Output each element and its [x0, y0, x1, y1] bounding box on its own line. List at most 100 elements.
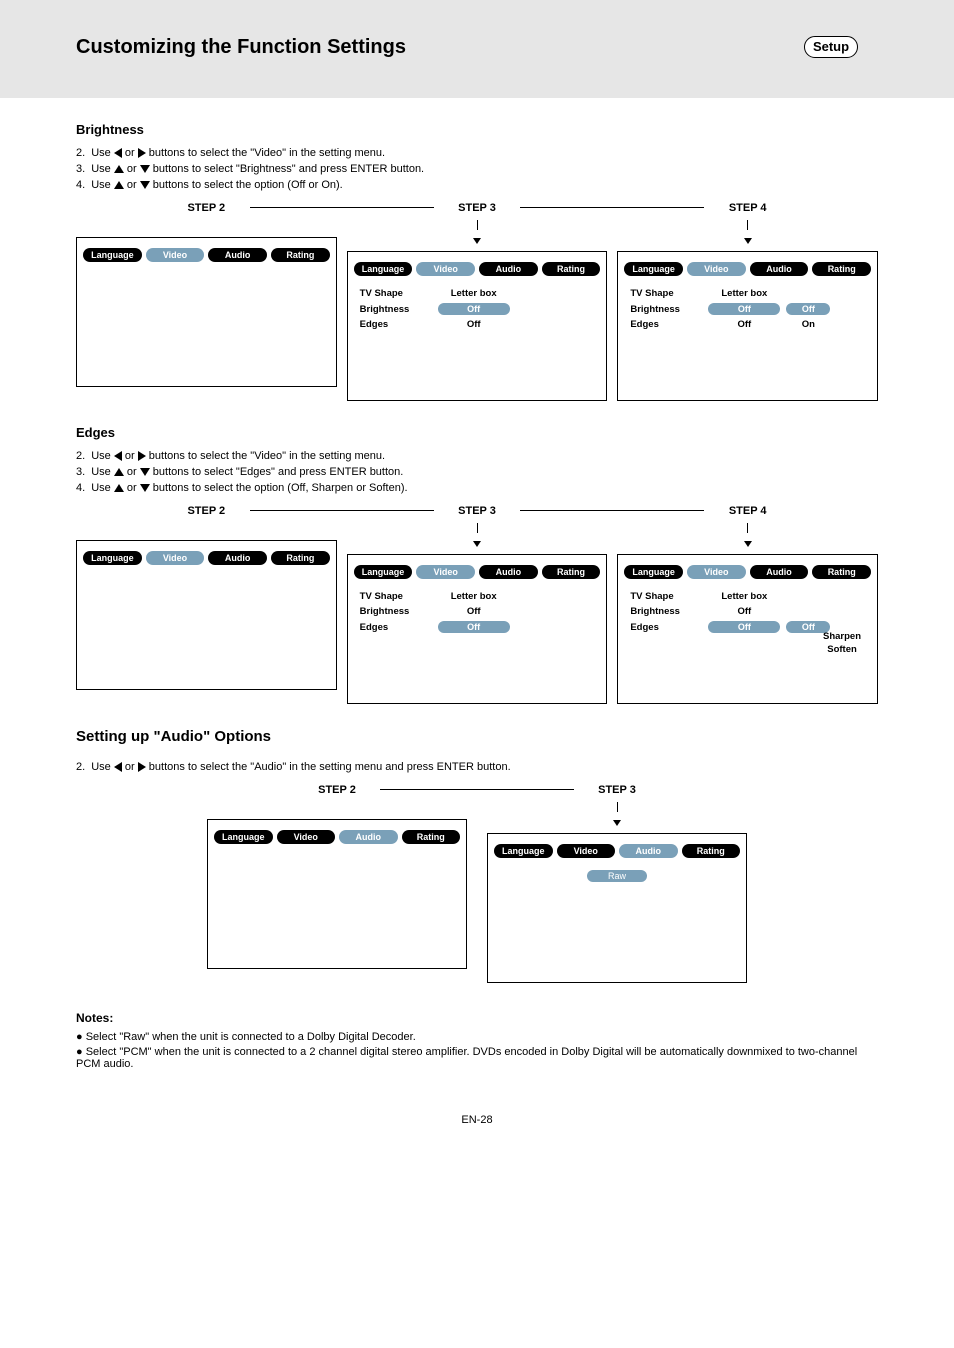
opt-pill: Off	[786, 303, 830, 315]
tab-language: Language	[354, 262, 413, 276]
step-2: STEP 2 Language Video Audio Rating	[76, 504, 337, 690]
tab-video: Video	[416, 262, 475, 276]
row-label: Edges	[630, 622, 702, 633]
down-arrow-icon	[473, 238, 481, 244]
down-arrow-icon	[473, 541, 481, 547]
row-label: TV Shape	[360, 288, 432, 299]
tab-rating: Rating	[812, 565, 871, 579]
osd-panel: Language Video Audio Rating Raw	[487, 833, 747, 983]
tab-video: Video	[687, 262, 746, 276]
txt: buttons to select the "Video" in the set…	[146, 450, 385, 462]
brightness-steps: STEP 2 Language Video Audio Rating STEP …	[76, 201, 878, 401]
osd-panel: Language Video Audio Rating TV ShapeLett…	[347, 251, 608, 401]
edges-steps: STEP 2 Language Video Audio Rating STEP …	[76, 504, 878, 704]
down-arrow-icon	[744, 238, 752, 244]
row-value: Off	[708, 606, 780, 617]
page-footer: EN-28	[0, 1114, 954, 1146]
tab-audio: Audio	[339, 830, 398, 844]
row-value: Letter box	[438, 288, 510, 299]
step-3: STEP 3 Language Video Audio Rating Raw	[487, 783, 747, 983]
row-value: Off	[708, 319, 780, 330]
tab-rating: Rating	[812, 262, 871, 276]
txt: Use	[91, 163, 114, 175]
arrow-down-icon	[140, 468, 150, 476]
brightness-title: Brightness	[76, 122, 878, 137]
audio-title: Setting up "Audio" Options	[76, 728, 878, 745]
row-label: Brightness	[360, 606, 432, 617]
row-label: Brightness	[630, 304, 702, 315]
txt: or	[122, 147, 138, 159]
edges-title: Edges	[76, 425, 878, 440]
osd-panel: Language Video Audio Rating	[76, 237, 337, 387]
tab-rating: Rating	[271, 551, 330, 565]
arrow-down-icon	[140, 484, 150, 492]
row-label: TV Shape	[630, 288, 702, 299]
tab-rating: Rating	[402, 830, 461, 844]
tab-audio: Audio	[208, 551, 267, 565]
edges-bullets: 2.Use or buttons to select the "Video" i…	[76, 450, 878, 494]
row-label: Edges	[360, 622, 432, 633]
tab-language: Language	[624, 565, 683, 579]
txt: Use	[91, 761, 114, 773]
step-label: STEP 2	[163, 505, 250, 517]
step-label: STEP 3	[434, 202, 521, 214]
txt: buttons to select the "Video" in the set…	[146, 147, 385, 159]
tab-language: Language	[214, 830, 273, 844]
step-3: STEP 3 Language Video Audio Rating TV Sh…	[347, 504, 608, 704]
step-label: STEP 3	[574, 784, 661, 796]
step-2: STEP 2 Language Video Audio Rating	[207, 783, 467, 983]
osd-panel: Language Video Audio Rating TV ShapeLett…	[347, 554, 608, 704]
txt: or	[124, 163, 140, 175]
txt: Use	[91, 482, 114, 494]
row-value: Off	[438, 319, 510, 330]
tab-audio: Audio	[750, 262, 809, 276]
txt: buttons to select "Brightness" and press…	[150, 163, 424, 175]
audio-bullets: 2.Use or buttons to select the "Audio" i…	[76, 761, 878, 773]
header-band: Customizing the Function Settings Setup	[0, 0, 954, 98]
row-value-pill: Off	[438, 621, 510, 633]
row-value-pill: Off	[708, 303, 780, 315]
txt: or	[124, 482, 140, 494]
brightness-bullets: 2.Use or buttons to select the "Video" i…	[76, 147, 878, 191]
tab-audio: Audio	[619, 844, 678, 858]
row-value: Off	[438, 606, 510, 617]
arrow-left-icon	[114, 451, 122, 461]
row-label: Edges	[360, 319, 432, 330]
row-value-pill: Off	[708, 621, 780, 633]
side-options: Sharpen Soften	[817, 631, 867, 657]
notes: Notes: Select "Raw" when the unit is con…	[76, 1011, 878, 1070]
osd-panel: Language Video Audio Rating	[207, 819, 467, 969]
tab-language: Language	[354, 565, 413, 579]
opt-value: Sharpen	[817, 631, 867, 642]
row-value: Letter box	[438, 591, 510, 602]
arrow-down-icon	[140, 181, 150, 189]
arrow-left-icon	[114, 148, 122, 158]
tab-language: Language	[494, 844, 553, 858]
tab-language: Language	[83, 248, 142, 262]
row-label: Brightness	[630, 606, 702, 617]
tab-rating: Rating	[682, 844, 741, 858]
step-label: STEP 4	[704, 202, 791, 214]
section-audio: Setting up "Audio" Options 2.Use or butt…	[0, 728, 954, 1070]
step-2: STEP 2 Language Video Audio Rating	[76, 201, 337, 387]
page-title: Customizing the Function Settings	[76, 36, 406, 59]
osd-panel: Language Video Audio Rating	[76, 540, 337, 690]
step-3: STEP 3 Language Video Audio Rating TV Sh…	[347, 201, 608, 401]
txt: or	[124, 179, 140, 191]
note-item: Select "PCM" when the unit is connected …	[76, 1046, 878, 1070]
arrow-right-icon	[138, 762, 146, 772]
txt: buttons to select the option (Off, Sharp…	[150, 482, 408, 494]
down-arrow-icon	[613, 820, 621, 826]
row-label: Edges	[630, 319, 702, 330]
row-value: Letter box	[708, 288, 780, 299]
tab-rating: Rating	[542, 565, 601, 579]
step-label: STEP 3	[434, 505, 521, 517]
down-arrow-icon	[744, 541, 752, 547]
tab-video: Video	[146, 248, 205, 262]
note-item: Select "Raw" when the unit is connected …	[76, 1031, 878, 1043]
tab-video: Video	[416, 565, 475, 579]
notes-title: Notes:	[76, 1011, 878, 1025]
txt: Use	[91, 147, 114, 159]
tab-rating: Rating	[271, 248, 330, 262]
tab-language: Language	[83, 551, 142, 565]
